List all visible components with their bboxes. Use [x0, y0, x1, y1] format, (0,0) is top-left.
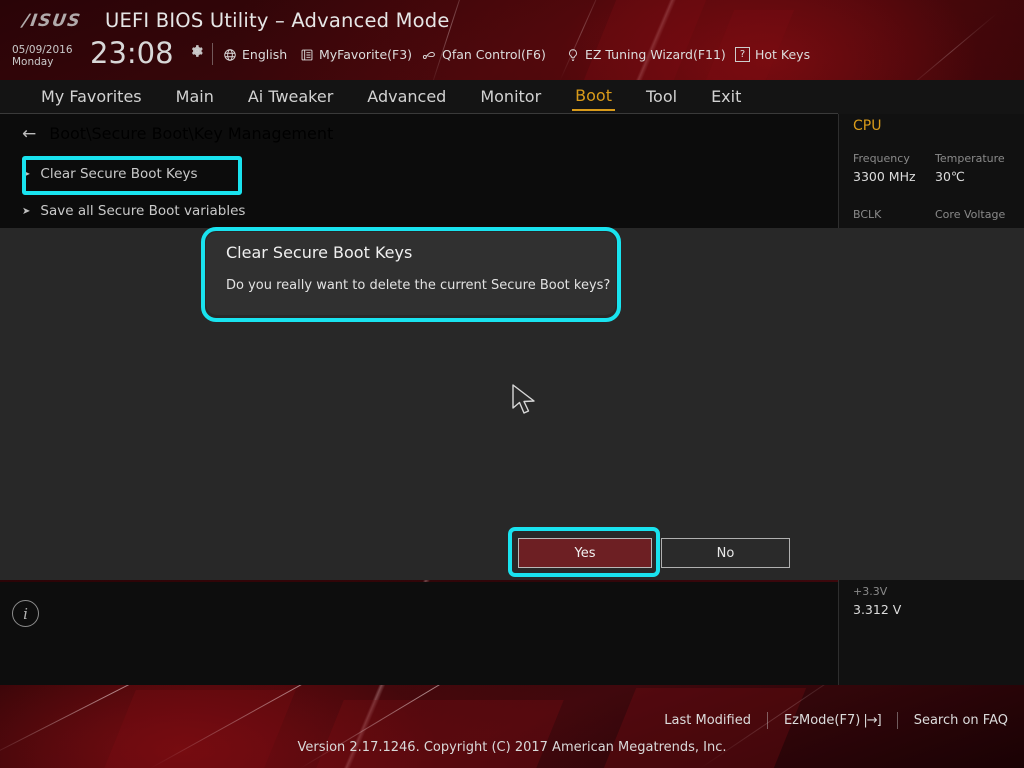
confirm-dialog: Clear Secure Boot Keys Do you really wan…	[206, 232, 616, 315]
breadcrumb: ← Boot\Secure Boot\Key Management	[22, 124, 333, 143]
footer-divider	[896, 712, 898, 729]
breadcrumb-text: Boot\Secure Boot\Key Management	[49, 124, 334, 143]
chevron-right-icon: ➤	[22, 168, 31, 180]
menu-item-save-all-secure-boot-variables[interactable]: ➤ Save all Secure Boot variables	[22, 203, 245, 219]
back-arrow-icon[interactable]: ←	[22, 125, 36, 142]
myfavorite-label: MyFavorite(F3)	[319, 47, 413, 62]
date-text: 05/09/2016	[12, 44, 73, 56]
list-icon	[299, 47, 314, 62]
search-on-faq-button[interactable]: Search on FAQ	[914, 713, 1008, 728]
footer-links: Last Modified EzMode(F7) |→] Search on F…	[664, 712, 1008, 729]
content-panel: ← Boot\Secure Boot\Key Management ➤ Clea…	[0, 114, 838, 228]
help-panel: i	[0, 582, 838, 685]
ez-tuning-wizard-button[interactable]: EZ Tuning Wizard(F11)	[565, 47, 726, 62]
language-label: English	[242, 47, 288, 62]
tab-boot[interactable]: Boot	[572, 84, 615, 111]
clock-text: 23:08	[90, 36, 174, 70]
hw-row-voltage: +3.3V 3.312 V	[853, 585, 1017, 617]
myfavorite-button[interactable]: MyFavorite(F3)	[299, 47, 412, 62]
no-button[interactable]: No	[661, 538, 790, 568]
dialog-message: Do you really want to delete the current…	[226, 278, 611, 293]
ez-mode-button[interactable]: EzMode(F7) |→]	[783, 713, 882, 728]
hw-label-33v: +3.3V	[853, 585, 888, 598]
background-shape	[104, 690, 296, 768]
globe-icon	[222, 47, 237, 62]
chevron-right-icon: ➤	[22, 205, 31, 217]
yes-button[interactable]: Yes	[518, 538, 652, 568]
menu-item-label: Clear Secure Boot Keys	[40, 166, 198, 182]
background-shape	[316, 700, 564, 768]
ez-tuning-label: EZ Tuning Wizard(F11)	[585, 47, 726, 62]
tab-tool[interactable]: Tool	[643, 85, 680, 110]
nav-tab-bar: My Favorites Main Ai Tweaker Advanced Mo…	[0, 80, 1024, 114]
question-box-icon: ?	[735, 47, 750, 62]
header-bar: /ISUS UEFI BIOS Utility – Advanced Mode …	[0, 0, 1024, 80]
tab-my-favorites[interactable]: My Favorites	[38, 85, 145, 110]
hardware-monitor-section-cpu: CPU	[853, 118, 882, 134]
header-divider	[212, 43, 213, 65]
language-selector[interactable]: English	[222, 47, 287, 62]
hw-cell-bclk: BCLK	[853, 208, 935, 225]
hw-label-frequency: Frequency	[853, 152, 910, 165]
datetime-display: 05/09/2016 Monday	[12, 44, 90, 68]
hw-value-frequency: 3300 MHz	[853, 169, 916, 184]
tab-main[interactable]: Main	[173, 85, 217, 110]
fan-icon	[422, 47, 437, 62]
tab-ai-tweaker[interactable]: Ai Tweaker	[245, 85, 336, 110]
hw-cell-core-voltage: Core Voltage	[935, 208, 1017, 225]
footer-divider	[766, 712, 768, 729]
tab-advanced[interactable]: Advanced	[364, 85, 449, 110]
hw-value-33v: 3.312 V	[853, 602, 902, 617]
exit-arrow-icon: |→]	[863, 713, 881, 728]
hot-keys-button[interactable]: ? Hot Keys	[735, 47, 810, 62]
hw-label-core-voltage: Core Voltage	[935, 208, 1006, 221]
menu-item-label: Save all Secure Boot variables	[40, 203, 246, 219]
info-icon: i	[12, 600, 39, 627]
hw-label-bclk: BCLK	[853, 208, 882, 221]
qfan-label: Qfan Control(F6)	[442, 47, 546, 62]
qfan-control-button[interactable]: Qfan Control(F6)	[422, 47, 546, 62]
hw-cell-temperature: Temperature 30℃	[935, 152, 1017, 184]
hw-row-frequency-temperature: Frequency 3300 MHz Temperature 30℃	[853, 152, 1017, 184]
bios-screen: /ISUS UEFI BIOS Utility – Advanced Mode …	[0, 0, 1024, 768]
dialog-title: Clear Secure Boot Keys	[226, 243, 413, 262]
bulb-icon	[565, 47, 580, 62]
hw-cell-33v: +3.3V 3.312 V	[853, 585, 935, 617]
hw-value-temperature: 30℃	[935, 169, 965, 184]
gear-icon[interactable]	[190, 44, 204, 62]
asus-logo-icon: /ISUS	[21, 11, 83, 31]
hw-cell-frequency: Frequency 3300 MHz	[853, 152, 935, 184]
version-text: Version 2.17.1246. Copyright (C) 2017 Am…	[297, 740, 727, 755]
hw-label-temperature: Temperature	[935, 152, 1005, 165]
ez-mode-label: EzMode(F7)	[783, 713, 861, 728]
hw-row-bclk-corevoltage: BCLK Core Voltage	[853, 208, 1017, 225]
nav-tabs: My Favorites Main Ai Tweaker Advanced Mo…	[38, 80, 744, 114]
day-text: Monday	[12, 56, 54, 68]
hot-keys-label: Hot Keys	[755, 47, 811, 62]
last-modified-button[interactable]: Last Modified	[664, 713, 751, 728]
tab-monitor[interactable]: Monitor	[477, 85, 544, 110]
page-title: UEFI BIOS Utility – Advanced Mode	[105, 9, 450, 32]
menu-item-clear-secure-boot-keys[interactable]: ➤ Clear Secure Boot Keys	[22, 166, 198, 182]
tab-exit[interactable]: Exit	[708, 85, 744, 110]
